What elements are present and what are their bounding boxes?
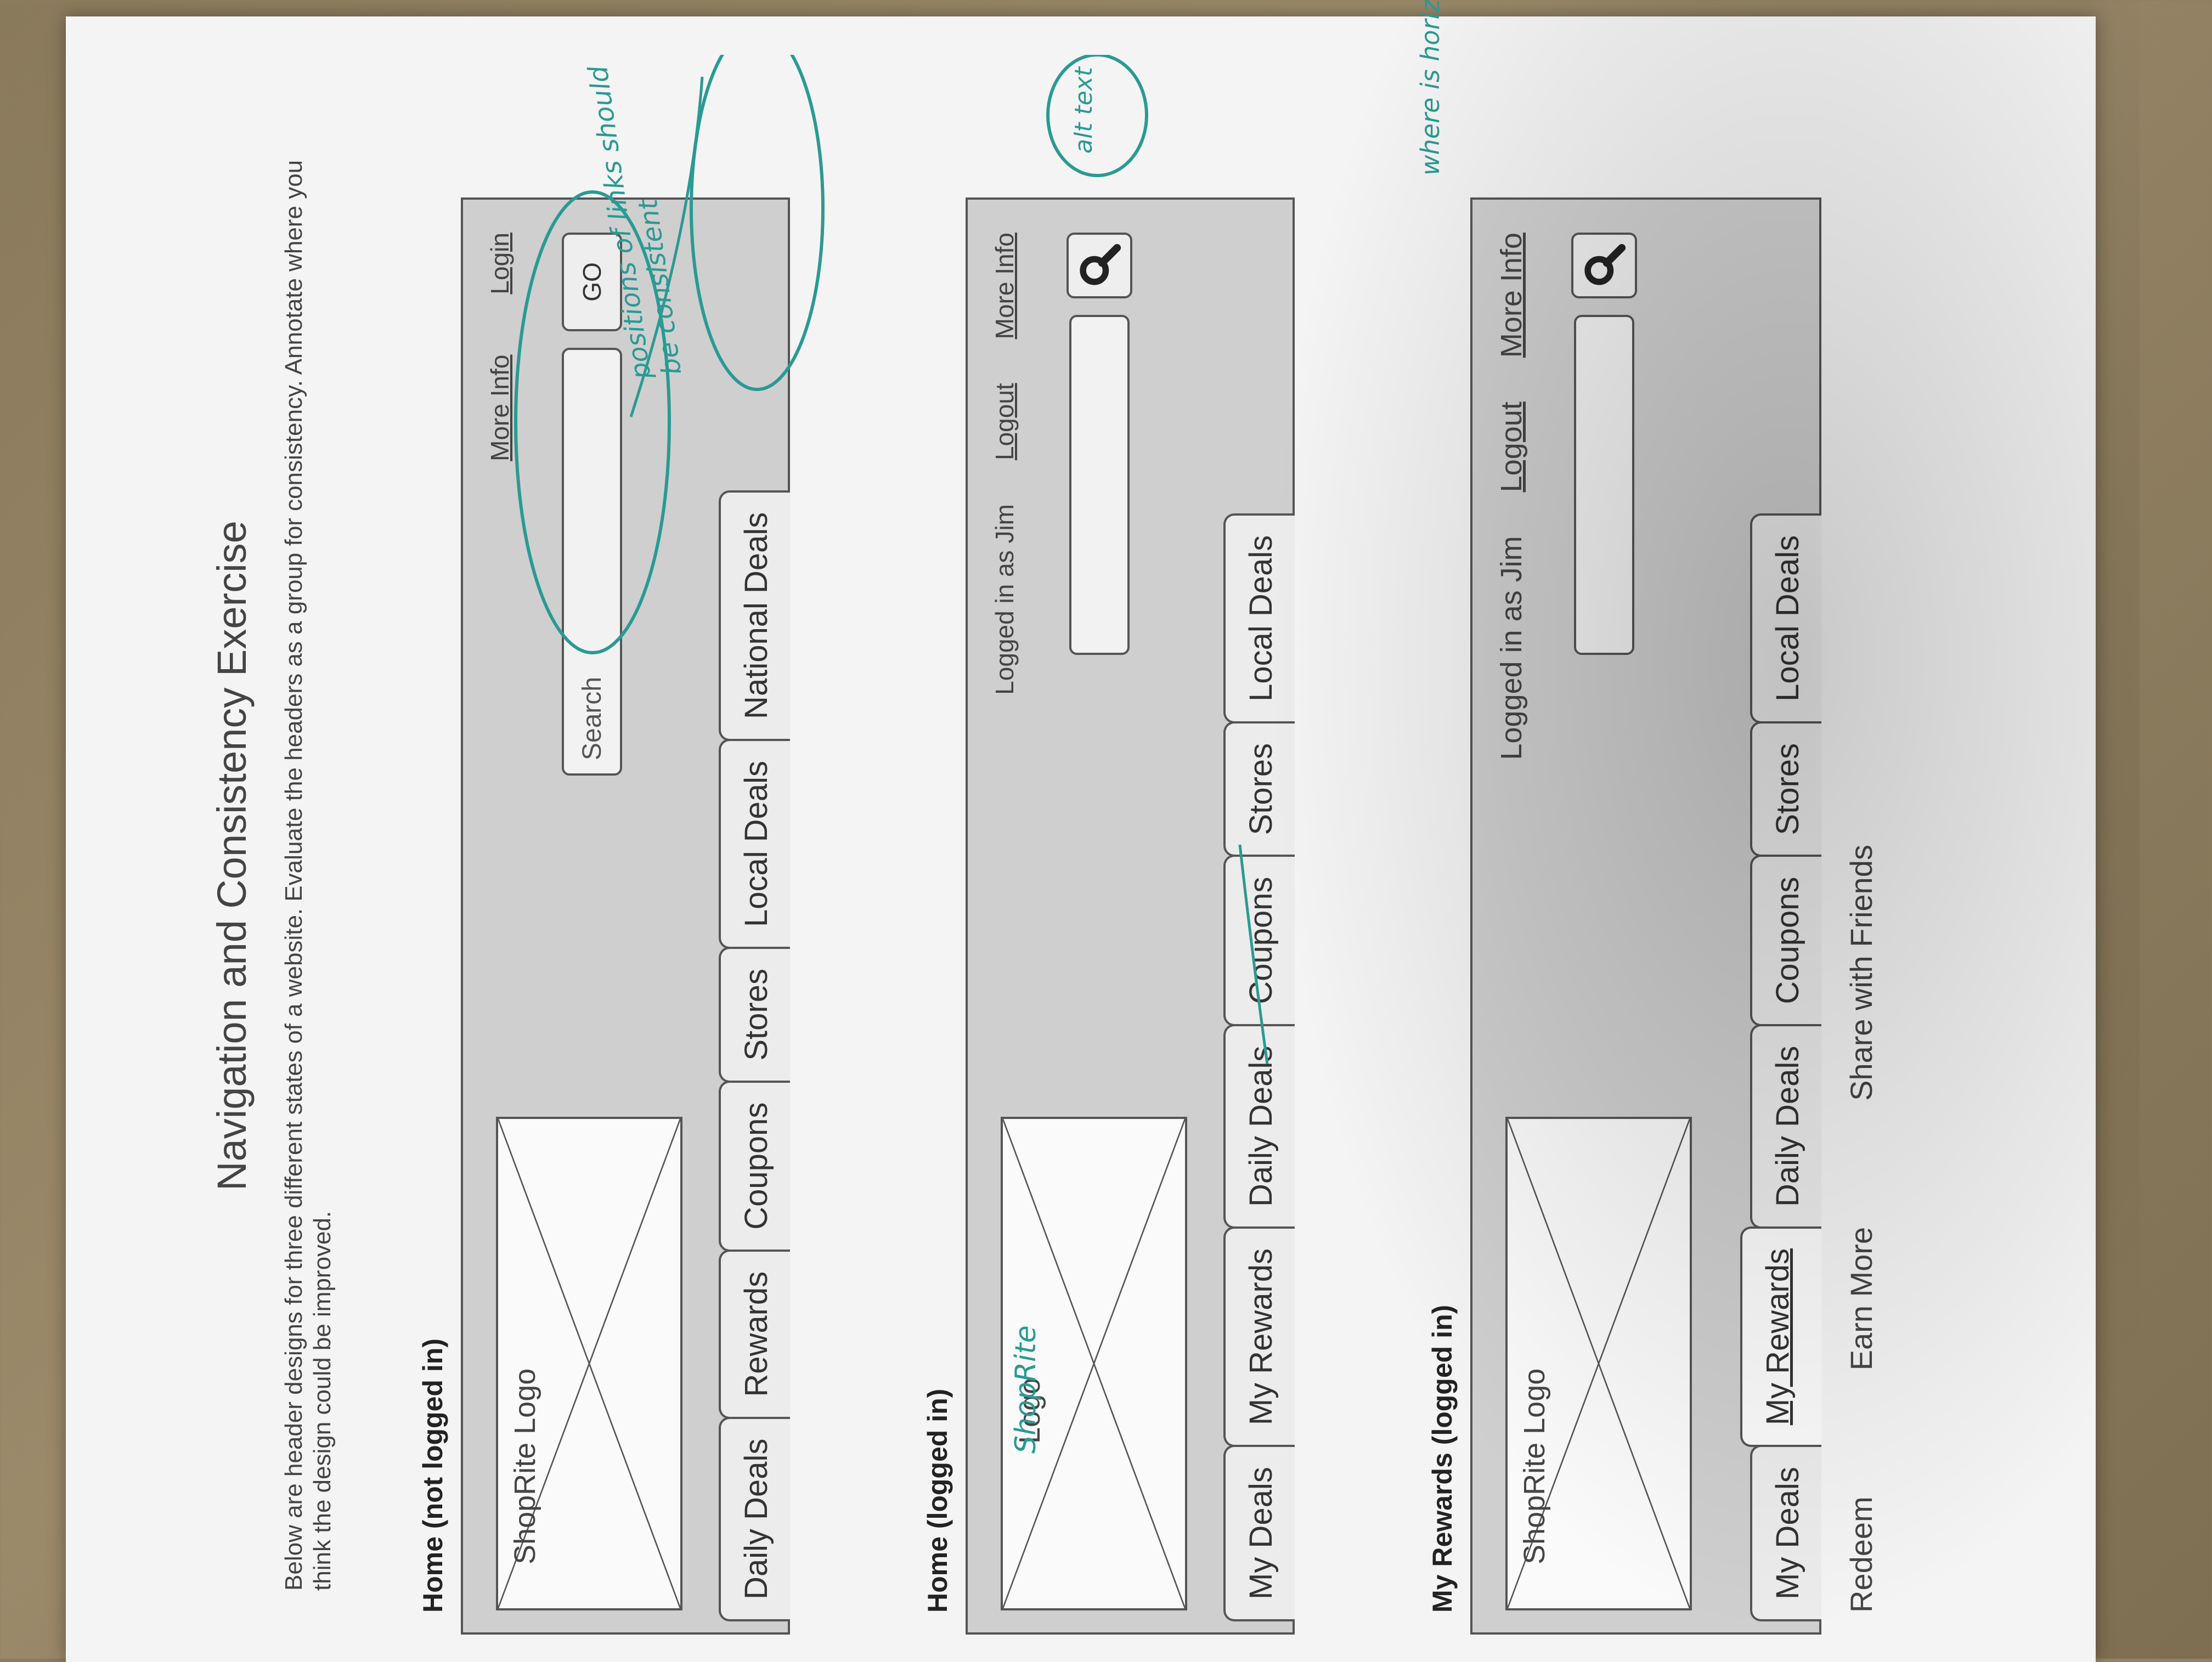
tab-my-deals[interactable]: My Deals xyxy=(1750,1445,1821,1621)
search-area: Search GO xyxy=(562,233,622,776)
header-mockup-my-rewards: ShopRite Logo Logged in as Jim Logout Mo… xyxy=(1470,197,1821,1635)
header-mockup-not-logged-in: ShopRite Logo More Info Login Search GO … xyxy=(461,197,790,1635)
annotation-note-shoprite: ShopRite xyxy=(1009,1325,1042,1454)
login-link[interactable]: Login xyxy=(485,233,515,295)
logo-placeholder[interactable]: ShopRite Logo xyxy=(1505,1117,1692,1610)
tab-coupons[interactable]: Coupons xyxy=(719,1080,790,1252)
tab-stores[interactable]: Stores xyxy=(1750,721,1821,857)
section-heading-home-not-logged-in: Home (not logged in) xyxy=(417,1338,448,1613)
tab-my-deals[interactable]: My Deals xyxy=(1223,1445,1295,1621)
tab-stores[interactable]: Stores xyxy=(719,947,790,1083)
tab-stores[interactable]: Stores xyxy=(1223,721,1295,857)
tab-daily-deals[interactable]: Daily Deals xyxy=(719,1416,790,1621)
section-heading-home-logged-in: Home (logged in) xyxy=(922,1388,953,1613)
nav-tabs: My Deals My Rewards Daily Deals Coupons … xyxy=(1223,513,1295,1621)
nav-tabs: Daily Deals Rewards Coupons Stores Local… xyxy=(719,490,790,1621)
tab-rewards[interactable]: Rewards xyxy=(719,1249,790,1419)
utility-links: More Info Login xyxy=(485,233,515,461)
magnifier-icon[interactable] xyxy=(1066,233,1132,298)
subnav-redeem[interactable]: Redeem xyxy=(1843,1496,1879,1613)
tab-local-deals[interactable]: Local Deals xyxy=(719,738,790,949)
magnifier-glyph xyxy=(1080,244,1121,285)
nav-tabs: My Deals My Rewards Daily Deals Coupons … xyxy=(1740,513,1821,1621)
annotation-note-horizontal-deal: where is horizontal deal xyxy=(1415,0,1445,176)
tab-local-deals[interactable]: Local Deals xyxy=(1750,513,1821,723)
tab-daily-deals[interactable]: Daily Deals xyxy=(1750,1024,1821,1229)
subnav-earn-more[interactable]: Earn More xyxy=(1843,1227,1879,1370)
tab-local-deals[interactable]: Local Deals xyxy=(1223,513,1295,723)
search-input[interactable]: Search xyxy=(562,348,622,776)
logo-placeholder[interactable]: ShopRite Logo xyxy=(496,1117,682,1610)
logged-in-status: Logged in as Jim xyxy=(1495,536,1528,760)
logout-link[interactable]: Logout xyxy=(1494,402,1528,492)
magnifier-glyph xyxy=(1584,244,1626,285)
magnifier-icon[interactable] xyxy=(1571,233,1637,298)
more-info-link[interactable]: More Info xyxy=(485,355,515,461)
tab-coupons[interactable]: Coupons xyxy=(1750,855,1821,1026)
annotation-note-alt-text: alt text xyxy=(1070,66,1098,154)
utility-links: Logged in as Jim Logout More Info xyxy=(1494,233,1528,760)
tab-my-rewards[interactable]: My Rewards xyxy=(1223,1226,1295,1448)
more-info-link[interactable]: More Info xyxy=(990,233,1019,339)
instructions-text: Below are header designs for three diffe… xyxy=(280,160,336,1591)
logo-label: ShopRite Logo xyxy=(509,1368,541,1564)
section-heading-my-rewards: My Rewards (logged in) xyxy=(1427,1304,1458,1613)
tab-my-rewards-active[interactable]: My Rewards xyxy=(1740,1226,1821,1448)
page-title: Navigation and Consistency Exercise xyxy=(209,521,255,1191)
tab-national-deals[interactable]: National Deals xyxy=(719,490,790,741)
more-info-link[interactable]: More Info xyxy=(1494,233,1528,358)
tab-coupons[interactable]: Coupons xyxy=(1223,855,1295,1026)
rewards-subnav: Redeem Earn More Share with Friends xyxy=(1843,845,1879,1613)
document-page: Navigation and Consistency Exercise Belo… xyxy=(208,0,2096,1657)
search-area xyxy=(1066,233,1132,655)
utility-links: Logged in as Jim Logout More Info xyxy=(990,233,1019,695)
search-input[interactable] xyxy=(1574,315,1634,655)
logged-in-status: Logged in as Jim xyxy=(990,504,1019,695)
tab-daily-deals[interactable]: Daily Deals xyxy=(1223,1024,1295,1229)
search-area xyxy=(1571,233,1637,655)
subnav-share-with-friends[interactable]: Share with Friends xyxy=(1843,845,1879,1101)
logo-label: ShopRite Logo xyxy=(1518,1368,1551,1564)
search-input[interactable] xyxy=(1069,315,1130,655)
paper-sheet: Navigation and Consistency Exercise Belo… xyxy=(66,0,2096,1662)
logout-link[interactable]: Logout xyxy=(990,383,1019,460)
